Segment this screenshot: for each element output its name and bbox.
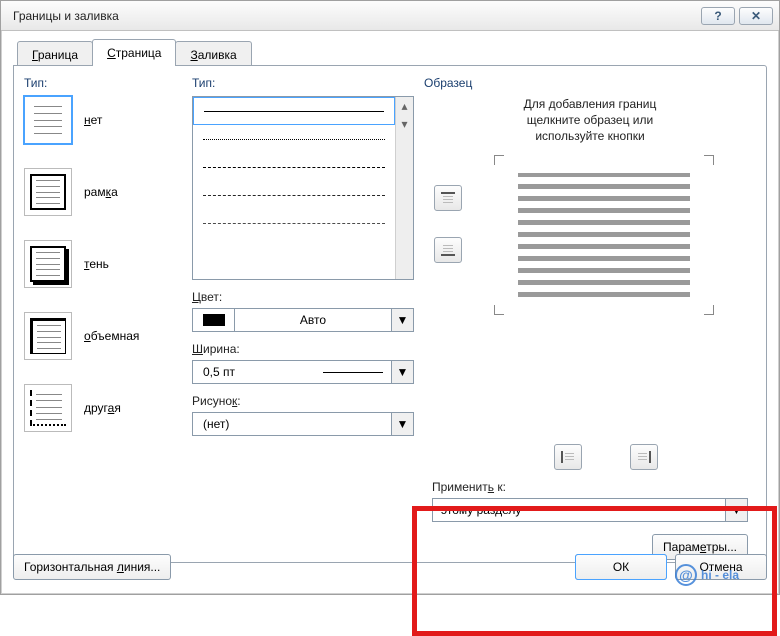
art-dropdown[interactable]: (нет) ▼ xyxy=(192,412,414,436)
preset-shadow-label: тень xyxy=(84,257,109,271)
watermark-text: hi - ela xyxy=(701,568,739,582)
color-swatch xyxy=(193,309,235,331)
preview-hint: Для добавления границ щелкните образец и… xyxy=(454,96,726,145)
edge-buttons-vertical xyxy=(434,185,462,263)
line-style-dash2[interactable] xyxy=(193,181,395,209)
preset-none[interactable]: нет xyxy=(24,96,182,144)
edge-buttons-horizontal xyxy=(554,444,658,470)
scroll-down-icon[interactable]: ▾ xyxy=(396,115,413,133)
width-dropdown-arrow[interactable]: ▼ xyxy=(391,361,413,383)
horizontal-line-button[interactable]: Горизонтальная линия... xyxy=(13,554,171,580)
color-value: Авто xyxy=(235,313,391,327)
titlebar: Границы и заливка ? ✕ xyxy=(1,1,779,31)
color-dropdown-arrow[interactable]: ▼ xyxy=(391,309,413,331)
color-dropdown[interactable]: Авто ▼ xyxy=(192,308,414,332)
tab-strip: Граница Страница Заливка xyxy=(17,39,767,66)
edge-right-button[interactable] xyxy=(630,444,658,470)
line-style-solid[interactable] xyxy=(193,97,395,125)
preset-3d-icon xyxy=(24,312,72,360)
preset-custom[interactable]: другая xyxy=(24,384,182,432)
line-style-dash[interactable] xyxy=(193,153,395,181)
preset-custom-label: другая xyxy=(84,401,121,415)
preset-box-label: рамка xyxy=(84,185,118,199)
tab-border[interactable]: Граница xyxy=(17,41,93,68)
edge-top-button[interactable] xyxy=(434,185,462,211)
tab-shading[interactable]: Заливка xyxy=(175,41,251,68)
preview-column: Образец Для добавления границ щелкните о… xyxy=(424,76,756,552)
line-style-dash3[interactable] xyxy=(193,209,395,237)
corner-bl xyxy=(494,305,504,315)
line-style-scrollbar[interactable]: ▴ ▾ xyxy=(395,97,413,279)
preset-none-label: нет xyxy=(84,113,102,127)
preset-3d-label: объемная xyxy=(84,329,139,343)
width-value: 0,5 пт xyxy=(193,365,323,379)
page-preview[interactable] xyxy=(494,155,714,315)
corner-tl xyxy=(494,155,504,165)
tab-page[interactable]: Страница xyxy=(92,39,176,66)
preview-wrap xyxy=(424,155,756,335)
page-preview-lines xyxy=(508,169,700,301)
corner-br xyxy=(704,305,714,315)
preset-column: Тип: нет рамка xyxy=(24,76,182,552)
tab-panel-page: Тип: нет рамка xyxy=(13,65,767,563)
preset-3d[interactable]: объемная xyxy=(24,312,182,360)
line-style-dotted[interactable] xyxy=(193,125,395,153)
art-value: (нет) xyxy=(193,417,391,431)
preset-shadow[interactable]: тень xyxy=(24,240,182,288)
style-column: Тип: ▴ ▾ Цвет: xyxy=(192,76,414,552)
width-dropdown[interactable]: 0,5 пт ▼ xyxy=(192,360,414,384)
preset-box-icon xyxy=(24,168,72,216)
preset-box[interactable]: рамка xyxy=(24,168,182,216)
preview-label: Образец xyxy=(424,76,756,90)
watermark: @ hi - ela xyxy=(675,564,739,586)
art-dropdown-arrow[interactable]: ▼ xyxy=(391,413,413,435)
apply-to-label: Применить к: xyxy=(432,480,748,494)
watermark-icon: @ xyxy=(675,564,697,586)
window-title: Границы и заливка xyxy=(13,9,697,23)
preset-shadow-icon xyxy=(24,240,72,288)
line-style-list[interactable]: ▴ ▾ xyxy=(192,96,414,280)
preset-none-icon xyxy=(24,96,72,144)
content-area: Граница Страница Заливка Тип: нет xyxy=(13,39,767,544)
style-label: Тип: xyxy=(192,76,414,90)
color-label: Цвет: xyxy=(192,290,414,304)
close-button[interactable]: ✕ xyxy=(739,7,773,25)
edge-bottom-button[interactable] xyxy=(434,237,462,263)
scroll-up-icon[interactable]: ▴ xyxy=(396,97,413,115)
preset-custom-icon xyxy=(24,384,72,432)
art-label: Рисунок: xyxy=(192,394,414,408)
corner-tr xyxy=(704,155,714,165)
edge-left-button[interactable] xyxy=(554,444,582,470)
dialog-window: Границы и заливка ? ✕ Граница Страница З… xyxy=(0,0,780,595)
width-preview-line xyxy=(323,372,383,373)
width-label: Ширина: xyxy=(192,342,414,356)
preset-label: Тип: xyxy=(24,76,182,90)
help-button[interactable]: ? xyxy=(701,7,735,25)
